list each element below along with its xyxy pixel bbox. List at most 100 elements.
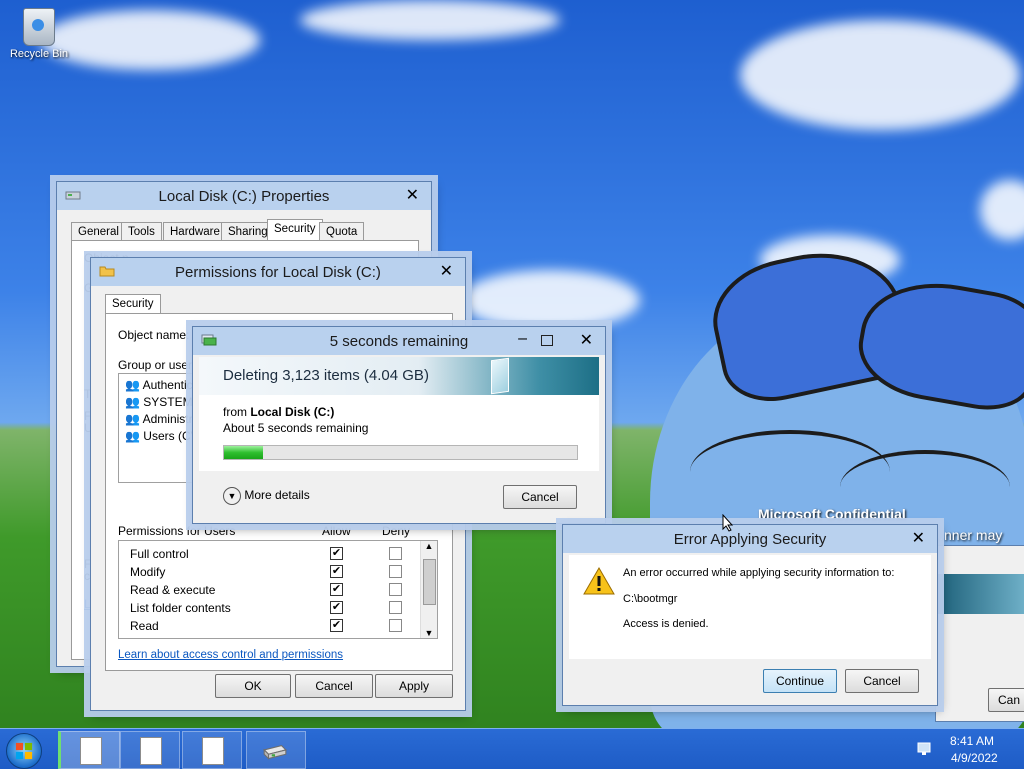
deny-checkbox[interactable]: [389, 565, 402, 578]
tab-tools[interactable]: Tools: [121, 222, 162, 241]
error-close-icon[interactable]: ✕: [912, 528, 925, 548]
more-details-toggle[interactable]: ▼ More details: [223, 487, 310, 505]
clock-date[interactable]: 4/9/2022: [951, 751, 998, 765]
progress-cancel-button[interactable]: Cancel: [503, 485, 577, 509]
list-item[interactable]: 👥 Administrat: [125, 412, 203, 426]
allow-checkbox[interactable]: ✔: [330, 547, 343, 560]
user-name: Authentica: [142, 378, 200, 392]
permissions-close-icon[interactable]: ✕: [440, 261, 453, 281]
progress-body: from Local Disk (C:) About 5 seconds rem…: [199, 395, 599, 471]
taskbar-item-drive[interactable]: [246, 731, 306, 769]
document-icon: [202, 737, 224, 765]
cancel-button[interactable]: Cancel: [295, 674, 373, 698]
object-name-label: Object name:: [118, 328, 190, 342]
clock-time[interactable]: 8:41 AM: [950, 734, 994, 748]
document-icon: [140, 737, 162, 765]
list-item[interactable]: 👥 Users (CVI: [125, 429, 202, 443]
allow-header: Allow: [322, 524, 351, 538]
ok-button[interactable]: OK: [215, 674, 291, 698]
permission-row: List folder contents ✔: [119, 599, 419, 617]
taskbar-item-document-1[interactable]: [58, 731, 120, 769]
user-group-icon: 👥: [125, 395, 140, 409]
allow-checkbox[interactable]: ✔: [330, 601, 343, 614]
taskbar-item-document-2[interactable]: [120, 731, 180, 769]
permission-name: Read & execute: [130, 583, 216, 597]
tab-hardware[interactable]: Hardware: [163, 222, 227, 241]
recycle-bin-label: Recycle Bin: [9, 48, 69, 60]
from-line: from Local Disk (C:): [223, 405, 334, 419]
network-icon[interactable]: [916, 741, 932, 757]
properties-tabs: General Tools Hardware Sharing Security …: [71, 219, 421, 242]
scroll-thumb[interactable]: [423, 559, 436, 605]
cloud: [300, 0, 560, 40]
error-titlebar[interactable]: Error Applying Security ✕: [563, 525, 937, 553]
error-cancel-button[interactable]: Cancel: [845, 669, 919, 693]
more-details-label: More details: [244, 488, 310, 502]
drive-icon: [263, 744, 287, 760]
error-dialog: Error Applying Security ✕ An error occur…: [562, 524, 938, 706]
tab-security[interactable]: Security: [267, 219, 323, 241]
permissions-table: Full control ✔ Modify ✔ Read & execute ✔ List …: [118, 540, 438, 639]
document-icon: [80, 737, 102, 765]
progress-titlebar[interactable]: 5 seconds remaining – ✕: [193, 327, 605, 355]
mouse-cursor-icon: [722, 514, 734, 532]
permissions-titlebar[interactable]: Permissions for Local Disk (C:) ✕: [91, 258, 465, 286]
deny-checkbox[interactable]: [389, 619, 402, 632]
user-group-icon: 👥: [125, 429, 140, 443]
maximize-icon[interactable]: [541, 335, 553, 346]
cloud: [740, 20, 1020, 130]
permission-row: Read & execute ✔: [119, 581, 419, 599]
permission-name: Modify: [130, 565, 166, 579]
taskbar-item-document-3[interactable]: [182, 731, 242, 769]
error-path: C:\bootmgr: [623, 593, 678, 605]
scroll-up-icon[interactable]: ▲: [421, 541, 437, 551]
list-item[interactable]: 👥 SYSTEM: [125, 395, 193, 409]
scrollbar[interactable]: ▲ ▼: [420, 541, 437, 638]
apply-button[interactable]: Apply: [375, 674, 453, 698]
allow-checkbox[interactable]: ✔: [330, 565, 343, 578]
group-or-user-label: Group or user n: [118, 358, 203, 372]
chevron-down-icon: ▼: [223, 487, 241, 505]
progress-close-icon[interactable]: ✕: [580, 330, 593, 350]
windows-logo-icon: [15, 742, 33, 760]
progress-header: Deleting 3,123 items (4.04 GB): [199, 357, 599, 395]
permission-row: Read ✔: [119, 617, 419, 635]
list-item[interactable]: 👥 Authentica: [125, 378, 199, 392]
error-message: An error occurred while applying securit…: [623, 567, 895, 579]
taskbar: 8:41 AM 4/9/2022: [0, 728, 1024, 769]
start-button[interactable]: [6, 733, 42, 769]
permission-row: Full control ✔: [119, 545, 419, 563]
error-body: An error occurred while applying securit…: [569, 555, 931, 659]
progress-window: 5 seconds remaining – ✕ Deleting 3,123 i…: [192, 326, 606, 524]
permission-name: Full control: [130, 547, 189, 561]
cloud: [980, 180, 1024, 240]
properties-titlebar[interactable]: Local Disk (C:) Properties ✕: [57, 182, 431, 210]
tab-quota[interactable]: Quota: [319, 222, 365, 241]
learn-more-link[interactable]: Learn about access control and permissio…: [118, 649, 343, 661]
progress-bar: [223, 445, 578, 460]
continue-button[interactable]: Continue: [763, 669, 837, 693]
tab-general[interactable]: General: [71, 222, 126, 241]
deny-checkbox[interactable]: [389, 601, 402, 614]
deny-checkbox[interactable]: [389, 547, 402, 560]
cloud: [460, 270, 640, 330]
allow-checkbox[interactable]: ✔: [330, 583, 343, 596]
watermark-line2: …nner may: [930, 527, 1003, 543]
error-detail: Access is denied.: [623, 618, 709, 630]
allow-checkbox[interactable]: ✔: [330, 619, 343, 632]
properties-close-icon[interactable]: ✕: [406, 185, 419, 205]
permission-name: Read: [130, 619, 159, 633]
minimize-icon[interactable]: –: [518, 330, 527, 348]
scroll-down-icon[interactable]: ▼: [421, 628, 437, 638]
error-title: Error Applying Security: [673, 531, 827, 548]
permission-row: Modify ✔: [119, 563, 419, 581]
deny-checkbox[interactable]: [389, 583, 402, 596]
recycle-bin-desktop-icon[interactable]: Recycle Bin: [6, 6, 72, 60]
warning-icon: [583, 567, 615, 595]
partial-cancel-button[interactable]: Can: [988, 688, 1024, 712]
partial-window-banner: [936, 574, 1024, 614]
permissions-title: Permissions for Local Disk (C:): [175, 264, 381, 281]
user-name: SYSTEM: [143, 395, 193, 409]
permission-name: List folder contents: [130, 601, 231, 615]
progress-heading: Deleting 3,123 items (4.04 GB): [223, 367, 429, 384]
